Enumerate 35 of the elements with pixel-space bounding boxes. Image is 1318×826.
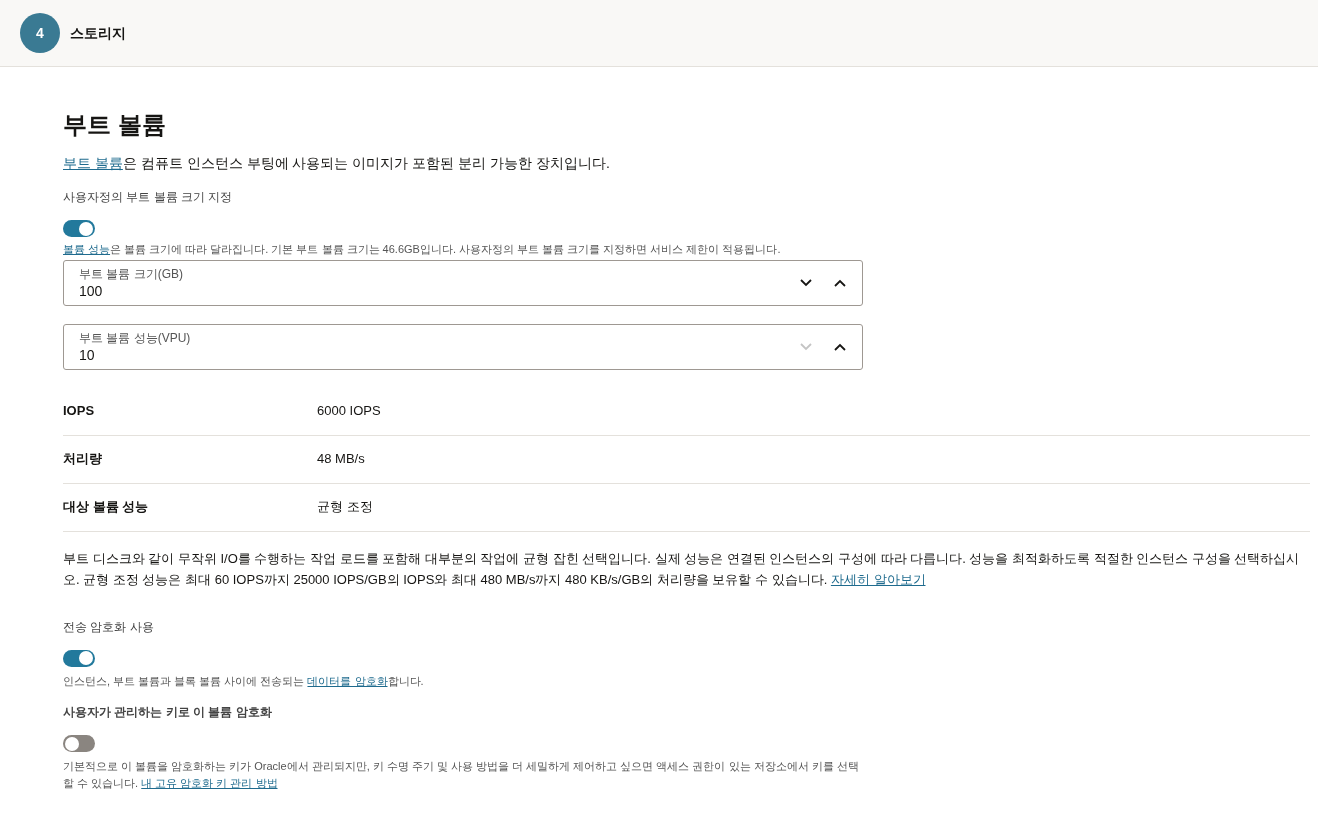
text-link[interactable]: 볼륨 성능 — [63, 243, 111, 255]
metric-name: IOPS — [63, 402, 96, 421]
chevron-up-icon — [834, 278, 846, 287]
help-text: 볼륨 성능은 볼륨 크기에 따라 달라집니다. 기본 부트 볼륨 크기는 46.6GB입니다. 사용자정의 부트 볼륨 크기를 지정하면 서비스 제한이 적용됩니다. — [63, 242, 782, 257]
toggle-switch[interactable] — [63, 735, 95, 752]
text-link[interactable]: 내 고유 암호화 키 관리 방법 — [141, 777, 278, 789]
metric-name: 대상 볼륨 성능 — [63, 498, 150, 517]
section-title: 부트 볼륨 — [63, 110, 167, 140]
number-field[interactable]: 부트 볼륨 성능(VPU) 10 — [63, 323, 863, 370]
help-text: 인스턴스, 부트 볼륨과 블록 볼륨 사이에 전송되는 데이터를 암호화합니다. — [63, 673, 425, 689]
metric-value: 48 MB/s — [317, 450, 365, 469]
toggle-label: 사용자가 관리하는 키로 이 볼륨 암호화 — [63, 704, 273, 721]
field-label: 부트 볼륨 성능(VPU) — [79, 329, 192, 346]
text-link[interactable]: 자세히 알아보기 — [830, 571, 926, 587]
chevron-up-icon — [834, 342, 846, 351]
chevron-down-icon — [800, 342, 812, 351]
toggle-switch[interactable] — [63, 649, 95, 667]
text-link[interactable]: 부트 볼륨 — [63, 155, 123, 171]
metric-value: 6000 IOPS — [317, 402, 381, 421]
toggle-label: 사용자정의 부트 볼륨 크기 지정 — [63, 189, 234, 206]
field-value: 10 — [79, 345, 96, 364]
text-link[interactable]: 데이터를 암호화 — [307, 674, 388, 687]
chevron-down-icon — [800, 278, 812, 287]
toggle-switch[interactable] — [63, 220, 95, 237]
metric-name: 처리량 — [63, 450, 103, 469]
help-text: 기본적으로 이 볼륨을 암호화하는 키가 Oracle에서 관리되지만, 키 수명 주기 및 사용 방법을 더 세밀하게 제어하고 싶으면 액세스 권한이 있는 저장소에서 키를 선택할 수 있습니다. 내 고유 암호화 키 관리 방법 — [63, 759, 860, 791]
field-label: 부트 볼륨 크기(GB) — [79, 265, 184, 282]
metric-value: 균형 조정 — [317, 498, 373, 517]
step-badge: 4 — [20, 13, 60, 53]
number-field[interactable]: 부트 볼륨 크기(GB) 100 — [63, 259, 863, 306]
step-title: 스토리지 — [70, 23, 126, 43]
toggle-label: 전송 암호화 사용 — [63, 618, 155, 636]
performance-note: 부트 디스크와 같이 무작위 I/O를 수행하는 작업 로드를 포함해 대부분의 작업에 균형 잡힌 선택입니다. 실제 성능은 연결된 인스턴스의 구성에 따라 다릅니다. 성능을 최적화하도록 적절한 인스턴스 구성을 선택하십시오. 균형 조정 성능은 최대 60 IOPS까지 25000 IOPS/GB의 IOPS와 최대 480 MB/s까지 480 KB/s/GB의 처리량을 보유할 수 있습니다. 자세히 알아보기 — [63, 549, 1301, 589]
field-value: 100 — [79, 281, 104, 300]
intro-text: 부트 볼륨은 컴퓨트 인스턴스 부팅에 사용되는 이미지가 포함된 분리 가능한 장치입니다. — [63, 154, 611, 173]
